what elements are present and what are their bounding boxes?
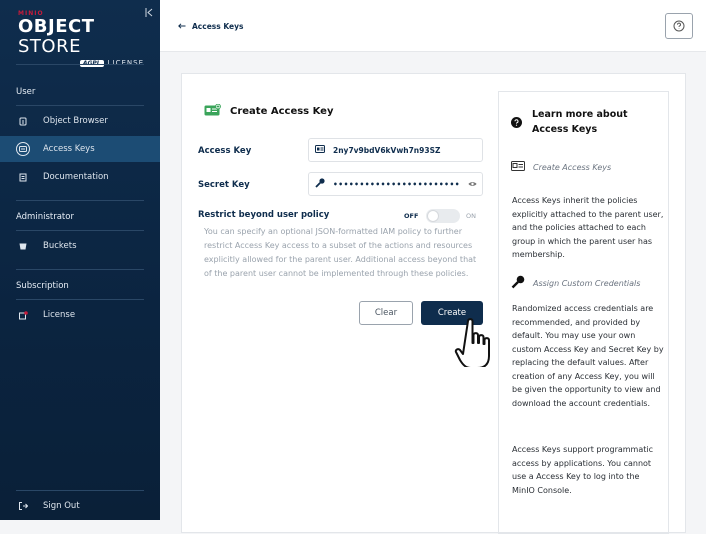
create-access-key-card: Create Access Key Access Key 2ny7v9bdV6k…: [181, 73, 686, 534]
sidebar-item-label: License: [43, 310, 76, 320]
help-button[interactable]: [665, 13, 693, 39]
restrict-policy-toggle[interactable]: [426, 209, 460, 223]
section-administrator: Administrator: [16, 212, 74, 222]
sidebar-item-label: Access Keys: [43, 144, 95, 154]
sidebar-item-documentation[interactable]: Documentation: [0, 164, 160, 190]
id-card-icon: [315, 145, 325, 155]
sidebar-item-access-keys[interactable]: Access Keys: [0, 136, 160, 162]
eye-icon[interactable]: [468, 180, 477, 189]
sidebar-item-label: Buckets: [43, 241, 77, 251]
access-key-value: 2ny7v9bdV6kVwh7n93SZ: [333, 145, 441, 155]
bucket-browser-icon: [16, 114, 30, 128]
section-subscription: Subscription: [16, 281, 69, 291]
help-support-text: Access Keys support programmatic access …: [512, 445, 654, 495]
sidebar-item-license[interactable]: License: [0, 302, 160, 328]
access-key-add-icon: [204, 103, 221, 119]
secret-key-field[interactable]: ••••••••••••••••••••••••: [308, 172, 483, 196]
logo-title: OBJECT STORE: [18, 16, 95, 57]
access-key-field[interactable]: 2ny7v9bdV6kVwh7n93SZ: [308, 138, 483, 162]
help-custom-heading: Assign Custom Credentials: [511, 275, 640, 291]
divider: [16, 105, 144, 106]
sidebar-item-label: Documentation: [43, 172, 109, 182]
bucket-icon: [16, 239, 30, 253]
secret-key-value: ••••••••••••••••••••••••: [333, 179, 461, 189]
section-user: User: [16, 87, 36, 97]
form-title-text: Create Access Key: [230, 106, 334, 117]
restrict-description: You can specify an optional JSON-formatt…: [204, 227, 477, 278]
access-key-label: Access Key: [198, 146, 252, 156]
access-key-icon: [16, 142, 30, 156]
question-icon: [511, 113, 522, 132]
sidebar-item-label: Object Browser: [43, 116, 108, 126]
back-link[interactable]: Access Keys: [178, 22, 243, 31]
top-bar: Access Keys: [160, 0, 706, 52]
form-title: Create Access Key: [204, 103, 334, 119]
toggle-on-label: ON: [466, 212, 476, 220]
sign-out-button[interactable]: Sign Out: [0, 493, 160, 519]
toggle-off-label: OFF: [404, 212, 419, 220]
license-icon: [16, 308, 30, 322]
document-icon: [16, 170, 30, 184]
help-create-heading: Create Access Keys: [511, 161, 611, 173]
collapse-sidebar-icon[interactable]: [145, 8, 153, 20]
toggle-knob: [427, 210, 439, 222]
help-icon: [673, 17, 685, 36]
key-icon: [511, 275, 525, 291]
arrow-left-icon: [178, 22, 186, 31]
divider: [16, 230, 144, 231]
divider: [16, 299, 144, 300]
help-custom-text: Randomized access credentials are recomm…: [512, 304, 664, 408]
minio-logo: MINIO OBJECT STORE AGPL LICENSE: [18, 10, 144, 67]
help-title: Learn more about Access Keys: [532, 109, 628, 135]
clear-button[interactable]: Clear: [359, 301, 413, 325]
restrict-policy-row: Restrict beyond user policy OFF ON: [198, 209, 483, 223]
agpl-badge: AGPL: [79, 59, 104, 67]
divider: [16, 64, 144, 65]
divider: [16, 200, 144, 201]
divider: [16, 490, 144, 491]
restrict-label: Restrict beyond user policy: [198, 210, 330, 220]
sidebar-item-buckets[interactable]: Buckets: [0, 233, 160, 259]
back-link-label: Access Keys: [192, 22, 244, 31]
id-card-icon: [511, 161, 525, 173]
help-panel: Learn more about Access Keys Create Acce…: [498, 91, 669, 534]
sidebar-item-object-browser[interactable]: Object Browser: [0, 108, 160, 134]
sign-out-label: Sign Out: [43, 501, 80, 511]
sign-out-icon: [16, 499, 30, 513]
license-text: LICENSE: [107, 59, 144, 67]
key-icon: [315, 178, 325, 190]
sidebar: MINIO OBJECT STORE AGPL LICENSE User Obj…: [0, 0, 160, 520]
secret-key-label: Secret Key: [198, 180, 250, 190]
divider: [16, 269, 144, 270]
help-create-text: Access Keys inherit the policies explici…: [512, 196, 664, 259]
hand-cursor-icon: [452, 317, 504, 369]
